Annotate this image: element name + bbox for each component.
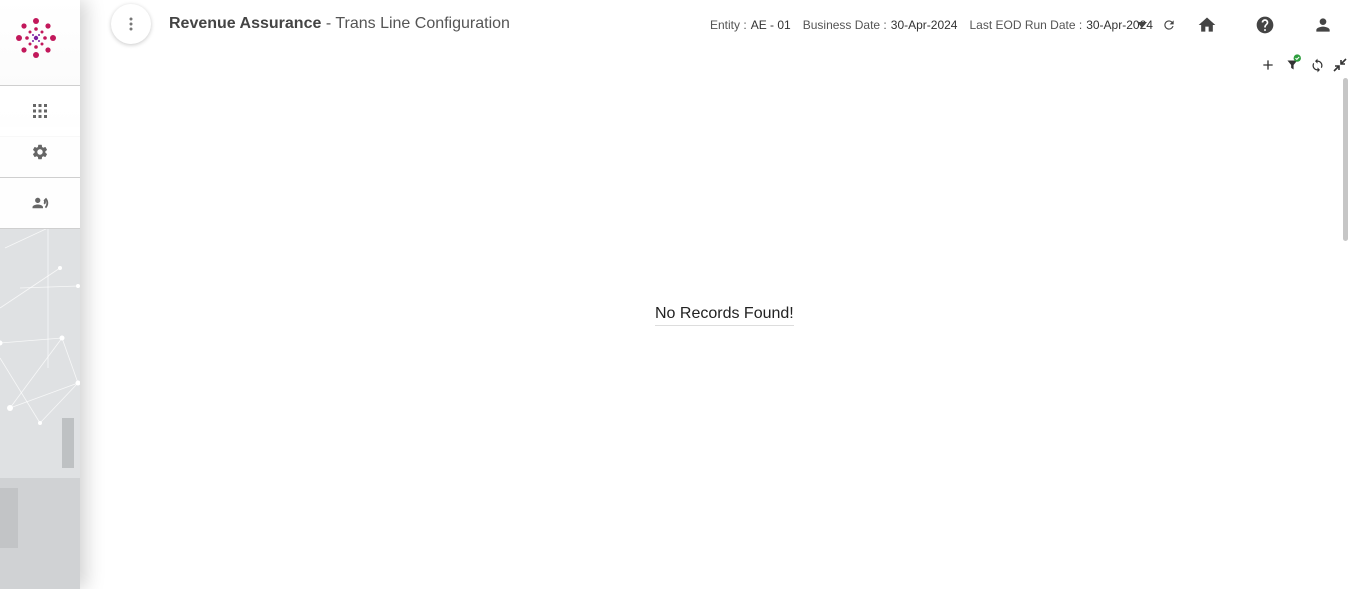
add-record-button[interactable] [1259, 56, 1277, 74]
screen-name: - Trans Line Configuration [325, 15, 510, 32]
app-name: Revenue Assurance [169, 15, 322, 32]
context-info: Entity : AE - 01 Business Date : 30-Apr-… [710, 17, 1161, 33]
sync-icon [1312, 58, 1322, 72]
caret-down-icon [1137, 22, 1147, 28]
brand-logo [16, 18, 56, 58]
more-vert-icon [129, 17, 133, 31]
context-dropdown-button[interactable] [1135, 18, 1149, 32]
entity-label: Entity : [710, 18, 747, 32]
vertical-scrollbar[interactable] [1343, 78, 1348, 241]
last-eod-label: Last EOD Run Date : [969, 18, 1083, 32]
add-icon [1263, 60, 1273, 70]
sync-button[interactable] [1308, 56, 1326, 74]
refresh-icon [1164, 20, 1174, 30]
person-icon [1316, 18, 1330, 32]
more-menu-button[interactable] [111, 4, 151, 44]
sidebar [0, 0, 80, 589]
help-button[interactable] [1254, 14, 1276, 36]
business-date-label: Business Date : [802, 18, 887, 32]
sidebar-item-settings[interactable] [0, 127, 80, 178]
sidebar-item-users[interactable] [0, 178, 80, 229]
network-background-image [0, 228, 80, 589]
help-icon [1256, 16, 1274, 34]
user-profile-button[interactable] [1312, 14, 1334, 36]
filter-button[interactable] [1285, 54, 1303, 74]
home-icon [1198, 17, 1216, 32]
apps-grid-icon [33, 104, 47, 118]
business-date-value: 30-Apr-2024 [890, 18, 958, 32]
gear-icon [32, 144, 48, 160]
entity-value: AE - 01 [750, 18, 791, 32]
users-icon [32, 197, 49, 209]
collapse-icon [1333, 58, 1347, 72]
page-title: Revenue Assurance - Trans Line Configura… [169, 14, 510, 34]
home-button[interactable] [1196, 14, 1218, 36]
empty-state-message: No Records Found! [655, 304, 794, 326]
collapse-button[interactable] [1331, 56, 1349, 74]
filter-applied-icon [1287, 54, 1301, 70]
reload-dates-button[interactable] [1161, 17, 1177, 33]
